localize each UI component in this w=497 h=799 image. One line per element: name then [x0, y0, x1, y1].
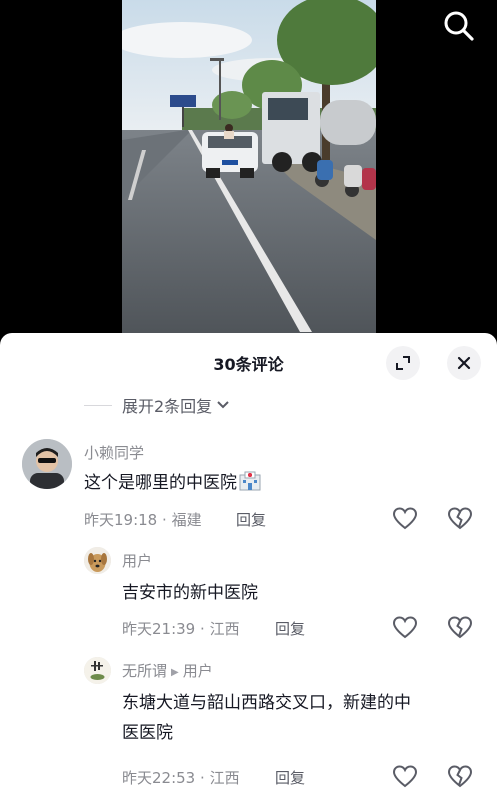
comment-meta: 昨天19:18 · 福建 [84, 509, 202, 530]
reply-meta: 昨天21:39 · 江西 [122, 618, 240, 639]
divider-line [84, 404, 112, 406]
comment-text-content: 这个是哪里的中医院 [84, 473, 237, 493]
video-player[interactable] [0, 0, 497, 340]
expand-replies-label[interactable]: 展开2条回复 [122, 393, 212, 417]
close-button[interactable] [447, 346, 481, 380]
reply-text-line-1: 东塘大道与韶山西路交叉口，新建的中 [122, 693, 411, 713]
close-icon[interactable] [456, 355, 472, 371]
expand-icon[interactable] [394, 354, 412, 372]
meta-separator: · [200, 620, 205, 638]
reply-author[interactable]: 无所谓 [122, 662, 167, 680]
reply-location: 江西 [209, 769, 240, 787]
reply-target[interactable]: 用户 [183, 662, 213, 680]
reply-text: 吉安市的新中医院 [122, 583, 258, 603]
comment-username[interactable]: 小赖同学 [84, 442, 144, 463]
reply-button[interactable]: 回复 [236, 509, 266, 530]
dislike-broken-heart-icon[interactable] [447, 507, 473, 531]
reply-button[interactable]: 回复 [275, 618, 305, 639]
calligraphy-avatar-image [84, 657, 111, 684]
dislike-broken-heart-icon[interactable] [447, 765, 473, 789]
reply-time: 昨天22:53 [122, 769, 196, 787]
avatar[interactable] [22, 439, 72, 489]
avatar[interactable] [84, 657, 111, 684]
like-heart-icon[interactable] [392, 765, 418, 789]
avatar[interactable] [84, 547, 111, 574]
reply-username[interactable]: 用户 [122, 550, 152, 571]
comment-count-title: 30条评论 [213, 355, 284, 374]
meta-separator: · [200, 769, 205, 787]
reply-time: 昨天21:39 [122, 620, 196, 638]
dislike-broken-heart-icon[interactable] [447, 616, 473, 640]
comment-sheet: 30条评论 展开2条回复 小赖同学 这个是哪里的中医院 昨天19:18 · 福建… [0, 333, 497, 799]
reply-meta: 昨天22:53 · 江西 [122, 767, 240, 788]
chevron-down-icon[interactable] [216, 400, 230, 410]
reply-text-line-2: 医医院 [122, 723, 173, 743]
reply-arrow-icon: ▶ [171, 667, 179, 678]
comment-text: 这个是哪里的中医院 [84, 468, 261, 498]
expand-replies-button[interactable]: 展开2条回复 [84, 394, 230, 416]
search-icon[interactable] [443, 10, 475, 42]
meta-separator: · [162, 511, 167, 529]
like-heart-icon[interactable] [392, 616, 418, 640]
reply-location: 江西 [209, 620, 240, 638]
comment-location: 福建 [171, 511, 202, 529]
comment-time: 昨天19:18 [84, 511, 158, 529]
reply-username: 无所谓 ▶ 用户 [122, 660, 213, 681]
dog-avatar-image [84, 547, 111, 574]
fullscreen-button[interactable] [386, 346, 420, 380]
like-heart-icon[interactable] [392, 507, 418, 531]
search-button[interactable] [443, 10, 475, 42]
user-avatar-image [22, 439, 72, 489]
road-scene-image [122, 0, 376, 340]
video-frame [122, 0, 376, 340]
hospital-emoji-icon [239, 471, 261, 491]
reply-button[interactable]: 回复 [275, 767, 305, 788]
reply-text: 东塘大道与韶山西路交叉口，新建的中 医医院 [122, 688, 411, 748]
